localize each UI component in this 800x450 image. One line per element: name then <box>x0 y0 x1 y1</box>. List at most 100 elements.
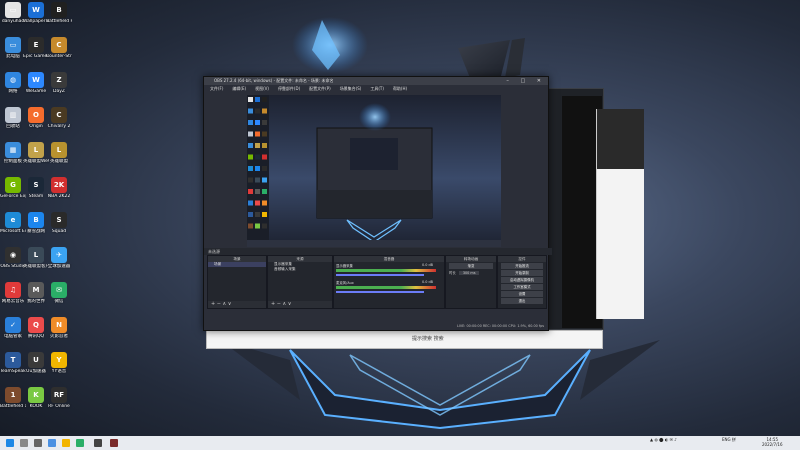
source-item-audio[interactable]: 音频输入采集 <box>268 267 332 272</box>
mixer-channel-display[interactable]: 显示器采集 0.0 dB <box>334 262 444 279</box>
volume-slider[interactable] <box>336 274 424 276</box>
windows-start-icon[interactable] <box>6 439 14 447</box>
preview-mini-icon <box>255 131 260 137</box>
preview-mini-icon <box>262 120 267 125</box>
obs-window[interactable]: OBS 27.2.4 (64-bit, windows) - 配置文件: 未命名… <box>203 76 552 331</box>
control-button[interactable]: 开始录制 <box>501 270 543 276</box>
no-source-selected-bar: 未选源 <box>204 248 552 255</box>
channel-db: 0.0 dB <box>422 280 433 284</box>
control-button[interactable]: 退出 <box>501 298 543 304</box>
sources-toolbar[interactable]: + − ∧ ∨ <box>268 301 332 308</box>
menu-item[interactable]: 配置文件(P) <box>309 85 331 93</box>
preview-mini-icon <box>248 223 253 229</box>
preview-mini-icon <box>255 108 260 114</box>
preview-mini-icon <box>262 131 267 137</box>
preview-mini-icon <box>248 154 253 160</box>
preview-mini-icon <box>262 143 267 148</box>
preview-mini-icon <box>248 177 253 183</box>
menu-item[interactable]: 文件(F) <box>210 85 223 93</box>
channel-name: 显示器采集 <box>336 264 353 268</box>
channel-db: 0.0 dB <box>422 263 433 267</box>
scenes-dock: 场景 场景 + − ∧ ∨ <box>207 255 267 309</box>
obs-title-bar[interactable]: OBS 27.2.4 (64-bit, windows) - 配置文件: 未命名… <box>204 77 548 85</box>
menu-item[interactable]: 帮助(H) <box>393 85 407 93</box>
volume-meter <box>336 286 436 289</box>
taskbar: ▲ ◍ ⬤ ◐ ✉ ♪ ENG 拼 14:55 2022/7/16 <box>0 436 800 450</box>
preview-mini-icon <box>248 189 253 194</box>
menu-item[interactable]: 视图(V) <box>255 85 269 93</box>
search-icon[interactable] <box>20 439 28 447</box>
preview-mini-icon <box>248 108 253 114</box>
preview-mini-icon <box>248 120 253 125</box>
preview-mini-icon <box>248 212 253 217</box>
audio-mixer-dock: 混音器 显示器采集 0.0 dB 麦克风/Aux 0.0 dB <box>333 255 445 309</box>
preview-mini-icon <box>255 200 260 206</box>
preview-mini-icon <box>262 200 267 206</box>
volume-meter <box>336 269 436 272</box>
obs-status-bar: LIVE: 00:00:00 REC: 00:00:00 CPU: 1.9%, … <box>204 322 548 330</box>
preview-mini-icon <box>248 97 253 102</box>
preview-mini-icon <box>255 223 260 229</box>
transitions-dock-title: 转场动画 <box>446 256 496 262</box>
preview-mini-icon <box>262 97 267 102</box>
menu-item[interactable]: 编辑(E) <box>232 85 246 93</box>
obs-menu-bar: 文件(F) 编辑(E) 视图(V) 停靠部件(D) 配置文件(P) 场景集合(S) 工具(T… <box>204 85 548 93</box>
tray-icons[interactable]: ▲ ◍ ⬤ ◐ ✉ ♪ <box>650 436 677 443</box>
preview-mini-icon <box>248 166 253 171</box>
duration-row: 时长 300 ms <box>446 270 496 275</box>
preview-mini-icon <box>255 154 260 160</box>
window-controls[interactable]: – □ ✕ <box>506 77 546 85</box>
browser-search-text: 提示搜索 搜索 <box>412 336 444 342</box>
transition-type-select[interactable]: 渐变 <box>449 263 493 269</box>
duration-input[interactable]: 300 ms <box>458 271 480 275</box>
preview-mini-icon <box>262 108 267 114</box>
input-method-indicator[interactable]: ENG 拼 <box>722 436 736 443</box>
edge-taskbar-icon[interactable] <box>48 439 56 447</box>
preview-mini-icon <box>255 212 260 217</box>
control-button[interactable]: 开始推流 <box>501 263 543 269</box>
preview-mirror <box>247 95 501 247</box>
preview-mini-icon <box>248 143 253 148</box>
obs-taskbar-icon[interactable] <box>94 439 102 447</box>
channel-name: 麦克风/Aux <box>336 281 354 285</box>
preview-mini-icon <box>255 189 260 194</box>
scenes-toolbar[interactable]: + − ∧ ∨ <box>208 301 266 308</box>
app-taskbar-icon[interactable] <box>110 439 118 447</box>
control-button[interactable]: 工作室模式 <box>501 284 543 290</box>
scene-item[interactable]: 场景 <box>208 262 266 267</box>
menu-item[interactable]: 停靠部件(D) <box>278 85 300 93</box>
transitions-dock: 转场动画 渐变 时长 300 ms <box>445 255 497 309</box>
preview-mini-icon <box>262 177 267 183</box>
mixer-channel-mic[interactable]: 麦克风/Aux 0.0 dB <box>334 279 444 296</box>
preview-mini-icon <box>255 143 260 148</box>
wechat-taskbar-icon[interactable] <box>76 439 84 447</box>
duration-label: 时长 <box>449 271 456 275</box>
clock[interactable]: 14:55 2022/7/16 <box>762 436 783 448</box>
clock-date: 2022/7/16 <box>762 442 783 447</box>
preview-mini-icon <box>255 120 260 125</box>
controls-dock-title: 控件 <box>498 256 546 262</box>
menu-item[interactable]: 场景集合(S) <box>340 85 362 93</box>
control-button[interactable]: 启动虚拟摄像机 <box>501 277 543 283</box>
sources-dock: 来源 显示器采集 音频输入采集 + − ∧ ∨ <box>267 255 333 309</box>
preview-mini-icon <box>248 200 253 206</box>
preview-mini-icon <box>248 131 253 137</box>
volume-slider[interactable] <box>336 291 424 293</box>
controls-dock: 控件 开始推流 开始录制 启动虚拟摄像机 工作室模式 设置 退出 <box>497 255 547 309</box>
menu-item[interactable]: 工具(T) <box>370 85 384 93</box>
task-view-icon[interactable] <box>34 439 42 447</box>
chat-window[interactable] <box>596 109 644 319</box>
preview-mini-icon <box>262 212 267 217</box>
preview-mini-icon <box>262 223 267 229</box>
preview-mini-icon <box>262 166 267 171</box>
preview-mini-icon <box>255 97 260 102</box>
control-button[interactable]: 设置 <box>501 291 543 297</box>
preview-mini-icon <box>255 166 260 171</box>
obs-title-text: OBS 27.2.4 (64-bit, windows) - 配置文件: 未命名… <box>214 78 334 83</box>
explorer-taskbar-icon[interactable] <box>62 439 70 447</box>
preview-mini-icon <box>262 154 267 160</box>
preview-mini-icon <box>262 189 267 194</box>
obs-preview-canvas[interactable] <box>247 95 501 247</box>
preview-mini-icon <box>255 177 260 183</box>
browser-search-bar[interactable]: 提示搜索 搜索 <box>206 330 603 349</box>
